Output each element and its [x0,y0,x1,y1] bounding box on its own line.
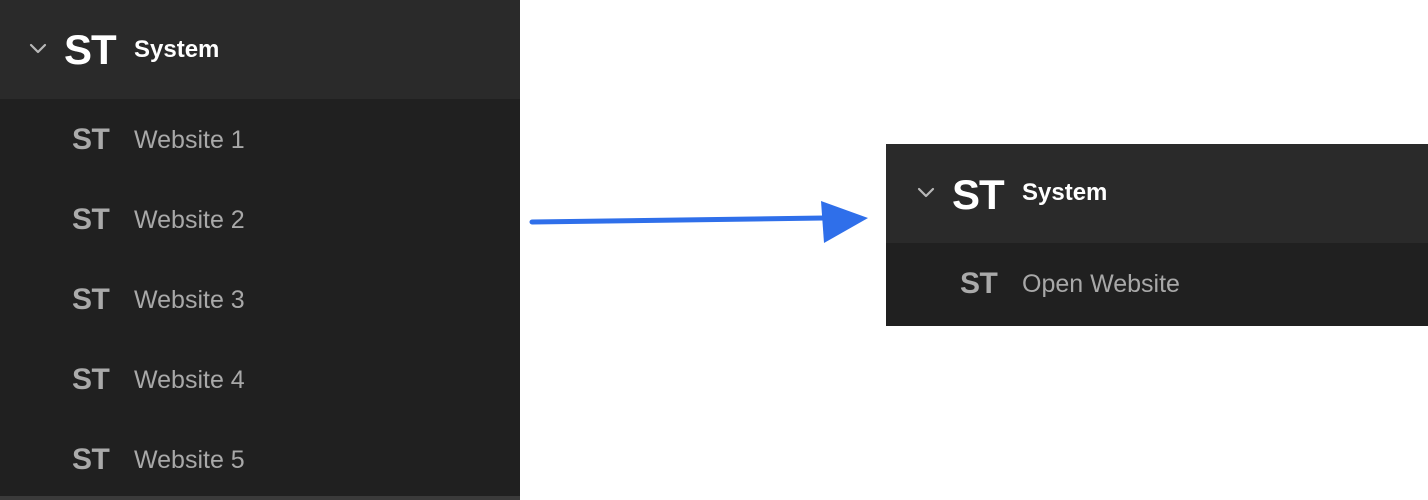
list-item[interactable]: ST Website 4 [0,340,520,420]
item-label: Website 2 [134,206,245,234]
list-item[interactable]: ST Open Website [886,244,1428,324]
list-item[interactable]: ST Website 5 [0,420,520,500]
after-panel: ST System ST Open Website [886,144,1428,326]
group-header-system[interactable]: ST System [0,0,520,99]
item-logo: ST [72,363,110,396]
chevron-down-icon[interactable] [916,183,936,203]
chevron-down-icon[interactable] [28,39,48,59]
item-logo: ST [72,443,110,476]
item-label: Open Website [1022,270,1180,298]
item-logo: ST [72,123,110,156]
before-panel: ST System ST Website 1 ST Website 2 ST W… [0,0,520,500]
item-logo: ST [72,283,110,316]
arrow-right-icon [528,196,873,253]
panel-divider [0,496,520,500]
item-label: Website 5 [134,446,245,474]
item-label: Website 4 [134,366,245,394]
list-item[interactable]: ST Website 1 [0,100,520,180]
item-logo: ST [960,267,998,300]
list-item[interactable]: ST Website 3 [0,260,520,340]
group-title: System [1022,179,1108,206]
item-logo: ST [72,203,110,236]
list-item[interactable]: ST Website 2 [0,180,520,260]
group-title: System [134,36,220,63]
group-logo: ST [64,26,117,73]
group-header-system[interactable]: ST System [886,144,1428,243]
group-logo: ST [952,171,1005,218]
item-label: Website 1 [134,126,245,154]
item-label: Website 3 [134,286,245,314]
